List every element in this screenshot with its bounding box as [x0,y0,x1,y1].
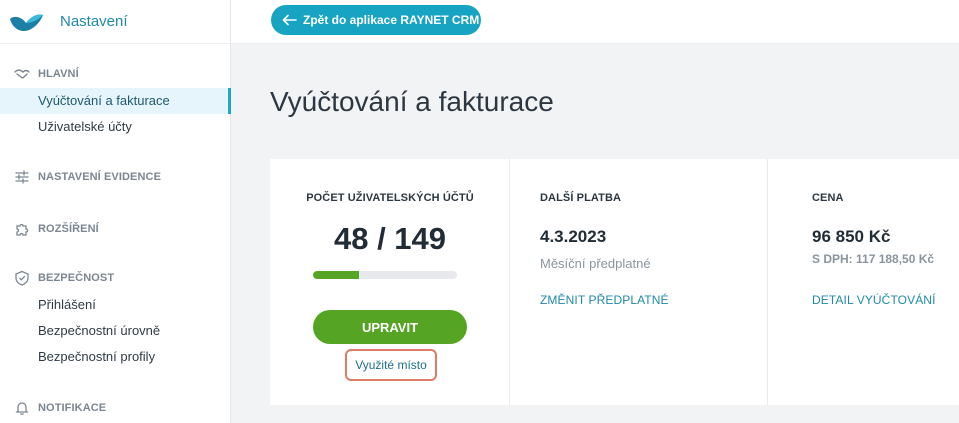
price-with-vat: S DPH: 117 188,50 Kč [812,252,935,266]
users-progress-fill [313,271,360,279]
section-label-security: BEZPEČNOST [38,272,115,284]
billing-detail-link[interactable]: DETAIL VYÚČTOVÁNÍ [812,293,936,307]
sliders-icon [15,170,29,184]
subscription-type: Měsíční předplatné [540,256,651,271]
arrow-left-icon [282,14,297,26]
section-label-main: HLAVNÍ [38,68,79,80]
section-extensions[interactable]: ROZŠÍŘENÍ [0,219,231,239]
section-label-records: NASTAVENÍ EVIDENCE [38,171,162,183]
users-progress-bar [313,271,457,279]
section-head-extensions[interactable]: ROZŠÍŘENÍ [0,219,231,239]
app-title: Nastavení [60,13,128,30]
price-column: CENA 96 850 Kč S DPH: 117 188,50 Kč DETA… [768,159,959,405]
price-label: CENA [812,192,844,204]
brand: Nastavení [0,0,230,44]
next-payment-date: 4.3.2023 [540,227,607,246]
back-to-crm-label: Zpět do aplikace RAYNET CRM [303,13,480,27]
next-payment-column: DALŠÍ PLATBA 4.3.2023 Měsíční předplatné… [510,159,768,405]
change-subscription-link[interactable]: ZMĚNIT PŘEDPLATNÉ [540,293,669,307]
section-records[interactable]: NASTAVENÍ EVIDENCE [0,167,231,187]
sidebar-item-billing[interactable]: Vyúčtování a fakturace [0,88,231,114]
price-amount: 96 850 Kč [812,227,891,246]
sidebar-item-login[interactable]: Přihlášení [0,292,231,318]
handshake-icon [14,69,30,79]
edit-users-button[interactable]: UPRAVIT [313,310,467,344]
shield-icon [15,270,29,286]
next-payment-label: DALŠÍ PLATBA [540,192,622,204]
used-space-link[interactable]: Využité místo [345,349,437,381]
back-to-crm-button[interactable]: Zpět do aplikace RAYNET CRM [271,5,481,35]
raynet-logo-icon [10,13,43,31]
section-notifications[interactable]: NOTIFIKACE [0,398,231,418]
section-label-extensions: ROZŠÍŘENÍ [38,223,99,235]
page-title: Vyúčtování a fakturace [270,86,554,117]
sidebar: Nastavení HLAVNÍ Vyúčtování a fakturace … [0,0,231,423]
puzzle-icon [16,223,29,236]
section-head-notifications[interactable]: NOTIFIKACE [0,398,231,418]
section-head-security: BEZPEČNOST [0,268,231,288]
users-count: 48 / 149 [333,221,447,256]
bell-icon [15,402,29,415]
users-column: POČET UŽIVATELSKÝCH ÚČTŮ 48 / 149 UPRAVI… [270,159,510,405]
sidebar-item-security-levels[interactable]: Bezpečnostní úrovně [0,318,231,344]
sidebar-item-user-accounts[interactable]: Uživatelské účty [0,114,231,140]
section-head-main: HLAVNÍ [0,64,231,84]
sidebar-item-security-profiles[interactable]: Bezpečnostní profily [0,344,231,370]
users-label: POČET UŽIVATELSKÝCH ÚČTŮ [306,192,474,204]
section-main: HLAVNÍ Vyúčtování a fakturace Uživatelsk… [0,64,231,140]
billing-card: POČET UŽIVATELSKÝCH ÚČTŮ 48 / 149 UPRAVI… [270,159,959,405]
section-security: BEZPEČNOST Přihlášení Bezpečnostní úrovn… [0,268,231,370]
section-head-records[interactable]: NASTAVENÍ EVIDENCE [0,167,231,187]
section-label-notifications: NOTIFIKACE [38,402,107,414]
